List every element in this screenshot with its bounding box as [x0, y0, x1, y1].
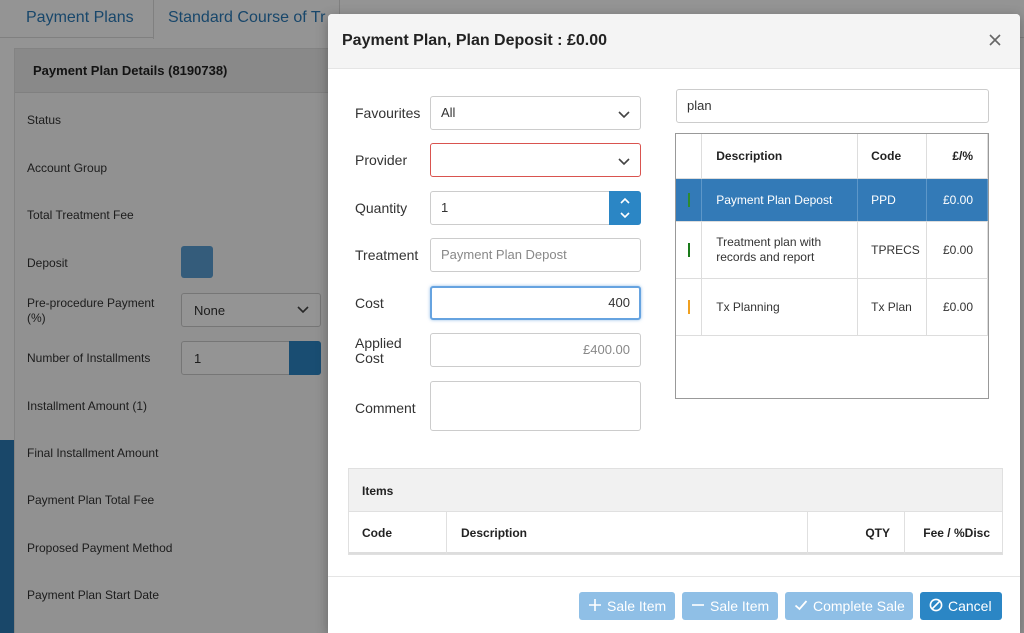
row-code: PPD — [857, 178, 927, 222]
row-price: £0.00 — [926, 178, 989, 222]
cancel-label: Cancel — [948, 598, 992, 614]
row-price: £0.00 — [926, 278, 989, 336]
items-fee-header: Fee / %Disc — [923, 526, 990, 540]
comment-textarea[interactable] — [430, 381, 641, 431]
treatment-label: Treatment — [355, 247, 419, 263]
chevron-down-icon — [618, 111, 630, 119]
row-description: Tx Planning — [701, 278, 859, 336]
cost-label: Cost — [355, 295, 384, 311]
price-header: £/% — [926, 134, 989, 179]
complete-sale-button[interactable]: Complete Sale — [785, 592, 913, 620]
items-code-header: Code — [349, 512, 447, 554]
favourites-select[interactable]: All — [430, 96, 641, 130]
chevron-up-icon[interactable] — [619, 195, 631, 207]
plus-icon — [589, 599, 601, 611]
quantity-input[interactable]: 1 — [430, 191, 641, 225]
complete-sale-label: Complete Sale — [813, 598, 905, 614]
remove-sale-item-button[interactable]: Sale Item — [682, 592, 778, 620]
row-description: Payment Plan Depost — [701, 178, 859, 222]
code-header: Code — [857, 134, 927, 179]
modal-header: Payment Plan, Plan Deposit : £0.00 — [328, 14, 1020, 69]
description-header: Description — [701, 134, 859, 179]
table-row[interactable]: Treatment plan with records and report T… — [676, 221, 989, 279]
items-qty-header: QTY — [808, 512, 905, 554]
status-indicator — [687, 299, 690, 314]
minus-icon — [692, 604, 704, 606]
cost-input[interactable]: 400 — [430, 286, 641, 320]
table-row[interactable]: Payment Plan Depost PPD £0.00 — [676, 178, 989, 222]
remove-sale-item-label: Sale Item — [710, 598, 770, 614]
search-value: plan — [687, 98, 712, 113]
status-indicator — [687, 242, 690, 257]
favourites-label: Favourites — [355, 105, 421, 121]
applied-cost-input: £400.00 — [430, 333, 641, 367]
items-description-header: Description — [447, 512, 808, 554]
provider-label: Provider — [355, 152, 408, 168]
items-header-row: Code Description QTY Fee / %Disc — [349, 512, 1002, 554]
status-indicator — [687, 192, 690, 207]
treatment-placeholder: Payment Plan Depost — [441, 247, 567, 262]
table-row[interactable]: Tx Planning Tx Plan £0.00 — [676, 278, 989, 336]
cancel-button[interactable]: Cancel — [920, 592, 1002, 620]
row-code: Tx Plan — [857, 278, 927, 336]
results-header-row: Description Code £/% — [676, 134, 989, 179]
items-panel: Items Code Description QTY Fee / %Disc — [348, 468, 1003, 555]
favourites-value: All — [441, 105, 456, 120]
quantity-label: Quantity — [355, 200, 408, 216]
quantity-value: 1 — [441, 200, 449, 215]
cost-value: 400 — [608, 295, 630, 310]
modal-footer: Sale Item Sale Item Complete Sale Cancel — [328, 576, 1020, 633]
indicator-header — [676, 134, 703, 179]
treatment-results-table: Description Code £/% Payment Plan Depost… — [675, 133, 989, 399]
chevron-down-icon[interactable] — [619, 209, 631, 221]
row-description: Treatment plan with records and report — [701, 221, 859, 279]
treatment-search-input[interactable]: plan — [676, 89, 989, 123]
modal-title: Payment Plan, Plan Deposit : £0.00 — [342, 32, 607, 49]
quantity-stepper[interactable] — [609, 191, 641, 225]
add-sale-item-label: Sale Item — [607, 598, 667, 614]
sale-item-modal: Payment Plan, Plan Deposit : £0.00 Favou… — [328, 14, 1020, 633]
row-code: TPRECS — [857, 221, 927, 279]
cancel-icon — [929, 598, 943, 612]
chevron-down-icon — [618, 158, 630, 166]
items-title: Items — [349, 469, 1002, 512]
close-icon[interactable] — [984, 29, 1006, 51]
applied-cost-value: £400.00 — [583, 342, 630, 357]
applied-cost-label: Applied Cost — [355, 335, 402, 366]
row-price: £0.00 — [926, 221, 989, 279]
treatment-input[interactable]: Payment Plan Depost — [430, 238, 641, 272]
check-icon — [794, 600, 808, 611]
comment-label: Comment — [355, 400, 416, 416]
add-sale-item-button[interactable]: Sale Item — [579, 592, 675, 620]
provider-select[interactable] — [430, 143, 641, 177]
